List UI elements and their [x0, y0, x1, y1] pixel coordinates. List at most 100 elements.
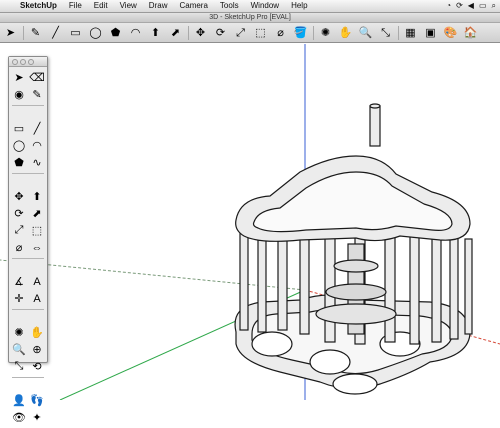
menu-sketchup[interactable]: SketchUp: [14, 0, 63, 12]
wifi-icon[interactable]: ◔: [446, 0, 451, 12]
palette-minimize-button[interactable]: [20, 59, 26, 65]
palette-titlebar[interactable]: [9, 57, 47, 67]
inner-gear: [325, 283, 387, 301]
protractor-icon[interactable]: ∡: [10, 273, 28, 290]
arc-icon[interactable]: ◠: [28, 137, 46, 154]
circle-icon[interactable]: ◯: [10, 137, 28, 154]
dimension-icon[interactable]: ⇔: [28, 239, 46, 256]
warehouse-icon[interactable]: 🏠: [462, 25, 479, 41]
pan-icon[interactable]: ✋: [337, 25, 354, 41]
eraser-icon[interactable]: ⌫: [28, 69, 46, 86]
toolbar-separator: [23, 25, 24, 40]
3d-viewport[interactable]: [0, 44, 500, 400]
orbit-icon[interactable]: ✺: [317, 25, 334, 41]
3d-text-icon[interactable]: A: [28, 290, 46, 307]
offset-icon[interactable]: ⬚: [252, 25, 269, 41]
rectangle-icon[interactable]: ▭: [10, 120, 28, 137]
look-around-icon[interactable]: 👁: [10, 409, 28, 426]
orbit-icon[interactable]: ✺: [10, 324, 28, 341]
polygon-icon[interactable]: ⬟: [10, 154, 28, 171]
toolbar-separator: [398, 25, 399, 40]
zoom-extents-icon[interactable]: ⤡: [10, 358, 28, 375]
toolbar-separator: [188, 25, 189, 40]
rotate-icon[interactable]: ⟳: [212, 25, 229, 41]
palette-separator: [12, 258, 44, 259]
push-pull-icon[interactable]: ⬆: [28, 188, 46, 205]
palette-separator: [12, 105, 44, 106]
pencil-line-icon[interactable]: ╱: [47, 25, 64, 41]
zoom-icon[interactable]: 🔍: [357, 25, 374, 41]
offset-icon[interactable]: ⬚: [28, 222, 46, 239]
zoom-icon[interactable]: 🔍: [10, 341, 28, 358]
inner-plate: [315, 303, 397, 325]
volume-icon[interactable]: ◀: [468, 0, 474, 12]
materials-icon[interactable]: 🎨: [442, 25, 459, 41]
battery-icon[interactable]: ▭: [479, 0, 487, 12]
text-icon[interactable]: A: [28, 273, 46, 290]
menu-tools[interactable]: Tools: [214, 0, 245, 12]
mac-menubar: SketchUp File Edit View Draw Camera Tool…: [0, 0, 500, 13]
circle-icon[interactable]: ◯: [87, 25, 104, 41]
paint-bucket-icon[interactable]: ◉: [10, 86, 28, 103]
eraser-icon[interactable]: ✎: [27, 25, 44, 41]
menu-camera[interactable]: Camera: [173, 0, 213, 12]
freehand-icon[interactable]: ∿: [28, 154, 46, 171]
zoom-window-icon[interactable]: ⊕: [28, 341, 46, 358]
select-arrow-icon[interactable]: ➤: [2, 25, 19, 41]
inner-collar: [333, 259, 379, 273]
main-toolbar: ➤ ✎ ╱ ▭ ◯ ⬟ ◠ ⬆ ⬈ ✥ ⟳ ⤢ ⬚ ⌀ 🪣 ✺ ✋ 🔍 ⤡ ▦ ▣ 🎨 🏠: [0, 23, 500, 43]
arc-icon[interactable]: ◠: [127, 25, 144, 41]
cage-bar: [449, 228, 459, 340]
rotate-icon[interactable]: ⟳: [10, 205, 28, 222]
pan-icon[interactable]: ✋: [28, 324, 46, 341]
cage-bar: [239, 229, 249, 331]
axes-icon[interactable]: ✛: [10, 290, 28, 307]
menu-window[interactable]: Window: [245, 0, 285, 12]
menu-help[interactable]: Help: [285, 0, 313, 12]
menu-view[interactable]: View: [114, 0, 143, 12]
base-center-hub: [332, 373, 378, 395]
scale-icon[interactable]: ⤢: [232, 25, 249, 41]
palette-separator: [12, 309, 44, 310]
scale-icon[interactable]: ⤢: [10, 222, 28, 239]
palette-zoom-button[interactable]: [28, 59, 34, 65]
sync-icon[interactable]: ⟳: [456, 0, 463, 12]
select-icon[interactable]: ➤: [10, 69, 28, 86]
cage-bar: [464, 238, 473, 335]
menu-file[interactable]: File: [63, 0, 88, 12]
previous-view-icon[interactable]: ⟲: [28, 358, 46, 375]
rectangle-icon[interactable]: ▭: [67, 25, 84, 41]
window-titlebar: 3D - SketchUp Pro [EVAL]: [0, 13, 500, 23]
push-pull-icon[interactable]: ⬆: [147, 25, 164, 41]
walk-icon[interactable]: 👣: [28, 392, 46, 409]
menu-edit[interactable]: Edit: [88, 0, 114, 12]
move-icon[interactable]: ✥: [10, 188, 28, 205]
zoom-extents-icon[interactable]: ⤡: [377, 25, 394, 41]
line-icon[interactable]: ╱: [28, 120, 46, 137]
section-plane-icon[interactable]: ✦: [28, 409, 46, 426]
menubar-status-icons: ◔ ⟳ ◀ ▭ ⌕: [446, 0, 496, 12]
palette-separator: [12, 377, 44, 378]
menu-draw[interactable]: Draw: [143, 0, 174, 12]
section-plane-icon[interactable]: ▦: [402, 25, 419, 41]
shaft-cap: [369, 103, 381, 109]
position-camera-icon[interactable]: 👤: [10, 392, 28, 409]
follow-me-icon[interactable]: ⬈: [28, 205, 46, 222]
tape-measure-icon[interactable]: ⌀: [272, 25, 289, 41]
window-title: 3D - SketchUp Pro [EVAL]: [209, 14, 291, 21]
follow-me-icon[interactable]: ⬈: [167, 25, 184, 41]
search-icon[interactable]: ⌕: [492, 0, 496, 12]
paint-bucket-icon[interactable]: 🪣: [292, 25, 309, 41]
model-canvas[interactable]: [0, 44, 500, 400]
cage-model[interactable]: [234, 103, 473, 395]
move-icon[interactable]: ✥: [192, 25, 209, 41]
palette-tools: ➤ ⌫ ◉ ✎ ▭ ╱ ◯ ◠ ⬟ ∿ ✥ ⬆ ⟳ ⬈ ⤢ ⬚ ⌀ ⇔ ∡ A ✛ A ✺ ✋ 🔍 ⊕ ⤡ ⟲ 👤 👣 👁 ✦: [9, 67, 47, 428]
palette-close-button[interactable]: [12, 59, 18, 65]
tape-measure-icon[interactable]: ⌀: [10, 239, 28, 256]
components-icon[interactable]: ▣: [422, 25, 439, 41]
base-lobe-left: [251, 331, 293, 357]
palette-separator: [12, 173, 44, 174]
pencil-icon[interactable]: ✎: [28, 86, 46, 103]
toolbar-separator: [313, 25, 314, 40]
polygon-icon[interactable]: ⬟: [107, 25, 124, 41]
